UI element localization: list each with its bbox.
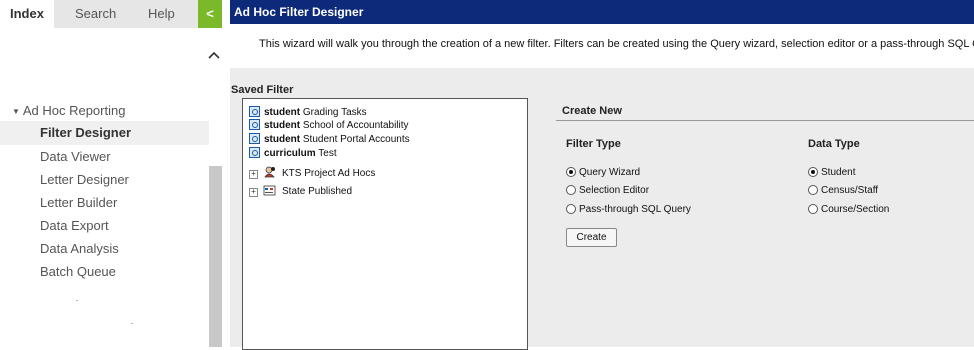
partially-hidden-item (22, 28, 122, 31)
sidebar-item-data-viewer[interactable]: Data Viewer (40, 149, 111, 164)
expand-icon[interactable]: + (249, 170, 258, 179)
sidebar-item-letter-designer[interactable]: Letter Designer (40, 172, 129, 187)
radio-selection-editor[interactable]: Selection Editor (566, 184, 649, 198)
radio-student[interactable]: Student (808, 166, 855, 180)
filter-type-heading: Filter Type (566, 138, 621, 150)
tree-item[interactable]: student Student Portal Accounts (249, 133, 410, 147)
saved-filter-heading: Saved Filter (231, 84, 294, 96)
nav-tabs: Index Search Help < (0, 0, 222, 28)
radio-pass-through-sql[interactable]: Pass-through SQL Query (566, 203, 691, 217)
filter-doc-icon (249, 147, 260, 158)
sidebar-item-letter-builder[interactable]: Letter Builder (40, 195, 117, 210)
tree-item[interactable]: student Grading Tasks (249, 106, 367, 120)
tree-folder[interactable]: + KTS Project Ad Hocs (249, 166, 375, 180)
radio-checked-icon[interactable] (808, 167, 818, 177)
radio-unchecked-icon[interactable] (808, 204, 818, 214)
radio-census-staff[interactable]: Census/Staff (808, 184, 878, 198)
filter-doc-icon (249, 106, 260, 117)
data-type-heading: Data Type (808, 138, 860, 150)
divider (131, 323, 133, 324)
create-button[interactable]: Create (566, 228, 617, 247)
sidebar-item-batch-queue[interactable]: Batch Queue (40, 264, 116, 279)
tab-index[interactable]: Index (0, 0, 54, 28)
main-content: Ad Hoc Filter Designer This wizard will … (230, 0, 974, 350)
tree-item[interactable]: curriculum Test (249, 147, 337, 161)
sidebar-scrollbar[interactable] (209, 166, 222, 347)
filter-doc-icon (249, 119, 260, 130)
radio-unchecked-icon[interactable] (808, 185, 818, 195)
tree-item[interactable]: student School of Accountability (249, 119, 409, 133)
left-navigation: Index Search Help < ▼ Ad Hoc Reporting F… (0, 0, 222, 347)
divider (556, 120, 974, 121)
collapse-sidebar-button[interactable]: < (198, 0, 222, 28)
radio-checked-icon[interactable] (566, 167, 576, 177)
radio-unchecked-icon[interactable] (566, 185, 576, 195)
sidebar-item-filter-designer[interactable]: Filter Designer (0, 121, 209, 145)
tree-folder[interactable]: + State Published (249, 184, 352, 198)
section-ad-hoc-reporting[interactable]: ▼ Ad Hoc Reporting (12, 103, 125, 118)
saved-filter-tree[interactable]: student Grading Tasks student School of … (242, 98, 528, 350)
radio-query-wizard[interactable]: Query Wizard (566, 166, 640, 180)
state-folder-icon (263, 185, 276, 196)
radio-unchecked-icon[interactable] (566, 204, 576, 214)
scroll-up-icon[interactable] (208, 46, 220, 62)
sidebar-item-data-export[interactable]: Data Export (40, 218, 109, 233)
caret-down-icon: ▼ (12, 107, 20, 116)
user-group-icon (264, 166, 275, 178)
tab-help[interactable]: Help (148, 0, 175, 28)
expand-icon[interactable]: + (249, 188, 258, 197)
create-new-heading: Create New (562, 105, 622, 117)
tab-search[interactable]: Search (75, 0, 116, 28)
section-label: Ad Hoc Reporting (22, 103, 126, 118)
filter-doc-icon (249, 133, 260, 144)
radio-course-section[interactable]: Course/Section (808, 203, 889, 217)
divider (76, 300, 78, 301)
chevron-left-icon: < (206, 6, 214, 21)
sidebar-item-data-analysis[interactable]: Data Analysis (40, 241, 119, 256)
intro-text: This wizard will walk you through the cr… (259, 38, 974, 50)
page-title: Ad Hoc Filter Designer (230, 0, 974, 24)
